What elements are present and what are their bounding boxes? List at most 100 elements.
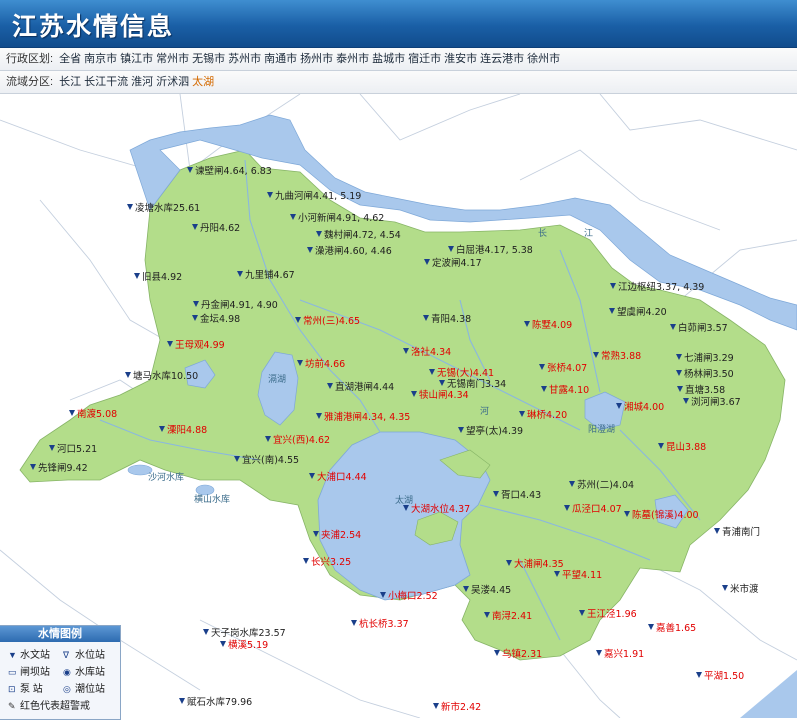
- station-label[interactable]: 杨林闸3.50: [684, 368, 734, 380]
- station-marker[interactable]: 甘露4.10: [541, 384, 589, 396]
- station-label[interactable]: 宜兴(西)4.62: [273, 434, 330, 446]
- station-marker[interactable]: 张桥4.07: [539, 362, 587, 374]
- station-label[interactable]: 先锋闸9.42: [38, 462, 88, 474]
- station-label[interactable]: 平望4.11: [562, 569, 602, 581]
- station-marker[interactable]: 大湖水位4.37: [403, 503, 470, 515]
- station-marker[interactable]: 大浦闸4.35: [506, 558, 564, 570]
- admin-division-link[interactable]: 常州市: [156, 53, 189, 65]
- station-marker[interactable]: 苏州(二)4.04: [569, 479, 634, 491]
- station-label[interactable]: 白屈港4.17, 5.38: [456, 244, 533, 256]
- basin-division-link[interactable]: 长江干流: [84, 76, 128, 88]
- basin-division-link[interactable]: 长江: [59, 76, 81, 88]
- station-label[interactable]: 天子岗水库23.57: [211, 627, 286, 639]
- station-label[interactable]: 白茆闸3.57: [678, 322, 728, 334]
- station-marker[interactable]: 杭长桥3.37: [351, 618, 409, 630]
- station-marker[interactable]: 王母观4.99: [167, 340, 225, 351]
- station-icon[interactable]: [351, 620, 357, 626]
- station-label[interactable]: 陈墓(锦溪)4.00: [632, 509, 699, 521]
- station-marker[interactable]: 南浔2.41: [484, 610, 532, 622]
- station-label[interactable]: 小梅口2.52: [388, 590, 438, 602]
- station-marker[interactable]: 王江泾1.96: [579, 608, 637, 620]
- station-marker[interactable]: 琳桥4.20: [519, 409, 567, 421]
- station-label[interactable]: 张桥4.07: [547, 362, 587, 374]
- station-label[interactable]: 丹金闸4.91, 4.90: [201, 299, 278, 311]
- station-label[interactable]: 浏河闸3.67: [691, 396, 741, 408]
- station-icon[interactable]: [220, 641, 226, 647]
- station-label[interactable]: 犊山闸4.34: [419, 389, 469, 401]
- station-icon[interactable]: [714, 528, 720, 534]
- station-marker[interactable]: 宜兴(西)4.62: [265, 434, 330, 446]
- station-marker[interactable]: 金坛4.98: [192, 313, 240, 325]
- station-marker[interactable]: 青阳4.38: [423, 313, 471, 325]
- station-marker[interactable]: 凌塘水库25.61: [127, 202, 200, 214]
- station-label[interactable]: 塘马水库10.50: [133, 370, 198, 382]
- admin-division-link[interactable]: 无锡市: [192, 53, 225, 65]
- station-icon[interactable]: [179, 698, 185, 704]
- admin-division-link[interactable]: 泰州市: [336, 53, 369, 65]
- station-label[interactable]: 甘露4.10: [549, 384, 589, 396]
- station-marker[interactable]: 平望4.11: [554, 569, 602, 581]
- admin-division-link[interactable]: 盐城市: [372, 53, 405, 65]
- basin-division-link[interactable]: 淮河: [131, 76, 153, 88]
- station-marker[interactable]: 塘马水库10.50: [125, 370, 198, 382]
- station-marker[interactable]: 犊山闸4.34: [411, 389, 469, 401]
- station-label[interactable]: 青浦南门: [722, 526, 760, 538]
- station-label[interactable]: 湘城4.00: [624, 401, 664, 413]
- basin-division-link[interactable]: 沂沭泗: [156, 76, 189, 88]
- station-label[interactable]: 苏州(二)4.04: [577, 479, 634, 491]
- station-marker[interactable]: 坊前4.66: [297, 358, 345, 370]
- station-label[interactable]: 无锡南门3.34: [447, 378, 506, 390]
- station-label[interactable]: 宜兴(南)4.55: [242, 454, 299, 466]
- station-label[interactable]: 小河新闸4.91, 4.62: [298, 212, 384, 224]
- station-marker[interactable]: 白茆闸3.57: [670, 322, 728, 334]
- station-label[interactable]: 坊前4.66: [305, 358, 345, 370]
- station-label[interactable]: 九曲河闸4.41, 5.19: [275, 190, 361, 202]
- station-label[interactable]: 河口5.21: [57, 443, 97, 455]
- station-marker[interactable]: 定波闸4.17: [424, 257, 482, 269]
- station-label[interactable]: 赋石水库79.96: [187, 696, 252, 708]
- station-label[interactable]: 王江泾1.96: [587, 608, 637, 620]
- station-marker[interactable]: 河口5.21: [49, 443, 97, 455]
- station-marker[interactable]: 七浦闸3.29: [676, 352, 734, 364]
- station-marker[interactable]: 瓜泾口4.07: [564, 503, 622, 515]
- station-icon[interactable]: [648, 624, 654, 630]
- station-label[interactable]: 琳桥4.20: [527, 409, 567, 421]
- station-marker[interactable]: 乌镇2.31: [494, 648, 542, 660]
- station-icon[interactable]: [722, 585, 728, 591]
- station-marker[interactable]: 赋石水库79.96: [179, 696, 252, 708]
- station-marker[interactable]: 长兴3.25: [303, 556, 351, 568]
- station-marker[interactable]: 天子岗水库23.57: [203, 627, 286, 639]
- station-icon[interactable]: [696, 672, 702, 678]
- station-marker[interactable]: 常熟3.88: [593, 350, 641, 362]
- station-label[interactable]: 望亭(太)4.39: [466, 425, 523, 437]
- station-icon[interactable]: [127, 204, 133, 210]
- station-label[interactable]: 长兴3.25: [311, 556, 351, 568]
- station-label[interactable]: 江边枢纽3.37, 4.39: [618, 281, 704, 293]
- station-marker[interactable]: 昆山3.88: [658, 442, 706, 453]
- station-label[interactable]: 谏壁闸4.64, 6.83: [195, 165, 272, 177]
- station-label[interactable]: 昆山3.88: [666, 442, 706, 453]
- station-label[interactable]: 定波闸4.17: [432, 257, 482, 269]
- admin-division-link[interactable]: 淮安市: [444, 53, 477, 65]
- station-marker[interactable]: 无锡(大)4.41: [429, 367, 494, 379]
- station-label[interactable]: 乌镇2.31: [502, 648, 542, 660]
- admin-division-link[interactable]: 连云港市: [480, 53, 524, 65]
- station-label[interactable]: 凌塘水库25.61: [135, 202, 200, 214]
- station-marker[interactable]: 胥口4.43: [493, 489, 541, 501]
- station-label[interactable]: 米市渡: [730, 583, 759, 595]
- station-marker[interactable]: 浏河闸3.67: [683, 396, 741, 408]
- station-marker[interactable]: 吴溇4.45: [463, 584, 511, 596]
- station-marker[interactable]: 白屈港4.17, 5.38: [448, 244, 533, 256]
- station-icon[interactable]: [433, 703, 439, 709]
- station-marker[interactable]: 米市渡: [722, 583, 759, 595]
- station-marker[interactable]: 澡港闸4.60, 4.46: [307, 245, 392, 257]
- station-marker[interactable]: 九里铺4.67: [237, 269, 295, 281]
- station-label[interactable]: 横溪5.19: [228, 639, 268, 651]
- station-marker[interactable]: 无锡南门3.34: [439, 378, 506, 390]
- station-marker[interactable]: 谏壁闸4.64, 6.83: [187, 165, 272, 177]
- station-marker[interactable]: 魏村闸4.72, 4.54: [316, 229, 401, 241]
- station-marker[interactable]: 直塘3.58: [677, 384, 725, 396]
- station-label[interactable]: 洛社4.34: [411, 346, 451, 358]
- station-label[interactable]: 陈墅4.09: [532, 319, 572, 331]
- station-label[interactable]: 嘉兴1.91: [604, 648, 644, 660]
